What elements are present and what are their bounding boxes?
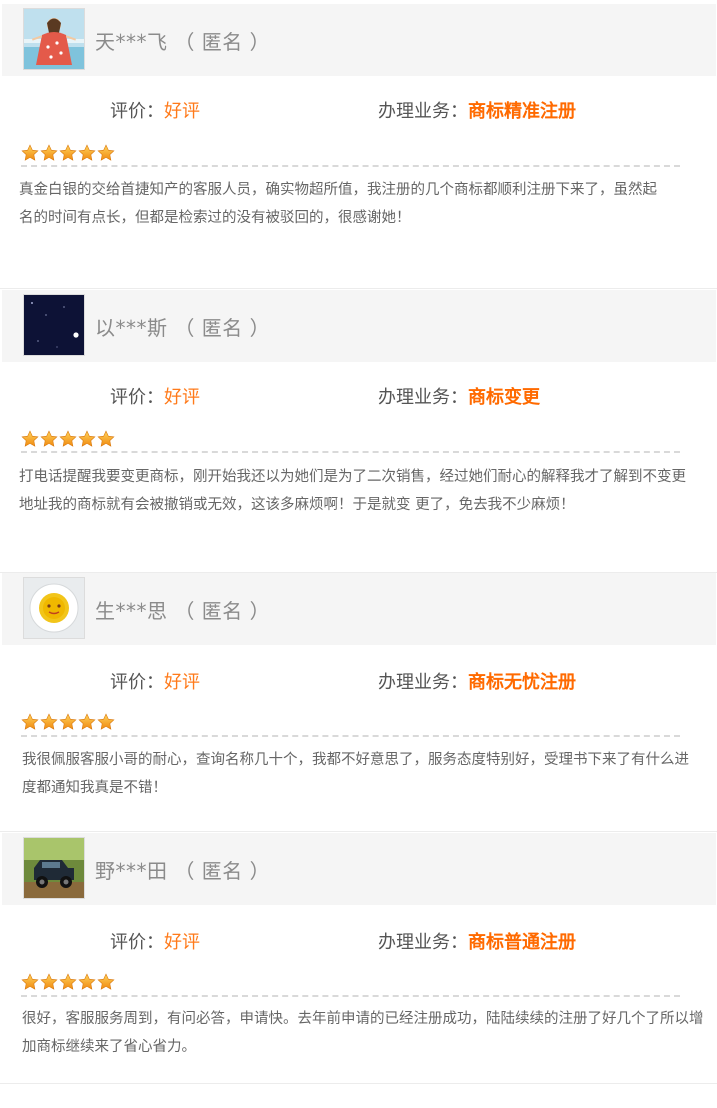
dashed-divider — [21, 735, 680, 737]
star-icon — [21, 973, 39, 991]
rating: 评价：好评 — [110, 928, 200, 954]
star-icon — [97, 973, 115, 991]
rating-label: 评价： — [110, 387, 164, 408]
jeep-avatar-icon — [24, 838, 84, 898]
star-icon — [78, 973, 96, 991]
star-icon — [78, 713, 96, 731]
avatar — [23, 8, 85, 70]
rating: 评价：好评 — [110, 668, 200, 694]
star-icon — [21, 144, 39, 162]
business-label: 办理业务： — [378, 672, 468, 693]
username: 野***田 （ 匿名 ） — [95, 859, 271, 883]
star-rating — [21, 144, 115, 162]
business: 办理业务：商标无忧注册 — [378, 668, 576, 694]
night-sky-avatar-icon — [24, 295, 84, 355]
card-separator — [0, 1083, 717, 1084]
star-icon — [40, 713, 58, 731]
rating-value: 好评 — [164, 101, 200, 122]
review-header: 野***田 （ 匿名 ） — [2, 833, 716, 905]
business: 办理业务：商标普通注册 — [378, 928, 576, 954]
star-icon — [59, 144, 77, 162]
rating-value: 好评 — [164, 672, 200, 693]
rating-value: 好评 — [164, 387, 200, 408]
star-icon — [97, 430, 115, 448]
review-info-row: 评价：好评 办理业务：商标精准注册 — [0, 97, 717, 127]
dashed-divider — [21, 165, 680, 167]
review-comment: 打电话提醒我要变更商标，刚开始我还以为她们是为了二次销售，经过她们耐心的解释我才… — [19, 469, 686, 513]
business-link[interactable]: 商标无忧注册 — [468, 672, 576, 693]
star-icon — [21, 713, 39, 731]
review-info-row: 评价：好评 办理业务：商标普通注册 — [0, 928, 717, 958]
girl-avatar-icon — [24, 9, 84, 69]
avatar — [23, 837, 85, 899]
star-rating — [21, 713, 115, 731]
star-icon — [59, 973, 77, 991]
review-header: 以***斯 （ 匿名 ） — [2, 290, 716, 362]
business-label: 办理业务： — [378, 387, 468, 408]
rating-label: 评价： — [110, 101, 164, 122]
business: 办理业务：商标精准注册 — [378, 97, 576, 123]
dashed-divider — [21, 451, 680, 453]
review-info-row: 评价：好评 办理业务：商标变更 — [0, 383, 717, 413]
review-comment: 很好，客服服务周到，有问必答，申请快。去年前申请的已经注册成功，陆陆续续的注册了… — [22, 1011, 704, 1055]
rating-label: 评价： — [110, 932, 164, 953]
star-icon — [97, 713, 115, 731]
star-rating — [21, 430, 115, 448]
rating-label: 评价： — [110, 672, 164, 693]
review-header: 生***思 （ 匿名 ） — [2, 573, 716, 645]
card-separator — [0, 288, 717, 289]
username: 天***飞 （ 匿名 ） — [95, 30, 271, 54]
business-label: 办理业务： — [378, 932, 468, 953]
rating-value: 好评 — [164, 932, 200, 953]
star-icon — [40, 144, 58, 162]
business-link[interactable]: 商标普通注册 — [468, 932, 576, 953]
review-info-row: 评价：好评 办理业务：商标无忧注册 — [0, 668, 717, 698]
star-icon — [40, 430, 58, 448]
star-icon — [21, 430, 39, 448]
review-header: 天***飞 （ 匿名 ） — [2, 4, 716, 76]
business: 办理业务：商标变更 — [378, 383, 540, 409]
star-icon — [59, 430, 77, 448]
card-separator — [0, 831, 717, 832]
review-comment: 我很佩服客服小哥的耐心，查询名称几十个，我都不好意思了，服务态度特别好，受理书下… — [22, 752, 689, 796]
rating: 评价：好评 — [110, 97, 200, 123]
star-rating — [21, 973, 115, 991]
review-comment: 真金白银的交给首捷知产的客服人员，确实物超所值，我注册的几个商标都顺利注册下来了… — [19, 182, 657, 226]
star-icon — [40, 973, 58, 991]
username: 生***思 （ 匿名 ） — [95, 599, 271, 623]
username: 以***斯 （ 匿名 ） — [95, 316, 271, 340]
dashed-divider — [21, 995, 680, 997]
avatar — [23, 294, 85, 356]
tea-cup-avatar-icon — [24, 578, 84, 638]
business-link[interactable]: 商标变更 — [468, 387, 540, 408]
star-icon — [78, 430, 96, 448]
business-link[interactable]: 商标精准注册 — [468, 101, 576, 122]
avatar — [23, 577, 85, 639]
star-icon — [97, 144, 115, 162]
star-icon — [78, 144, 96, 162]
star-icon — [59, 713, 77, 731]
business-label: 办理业务： — [378, 101, 468, 122]
rating: 评价：好评 — [110, 383, 200, 409]
